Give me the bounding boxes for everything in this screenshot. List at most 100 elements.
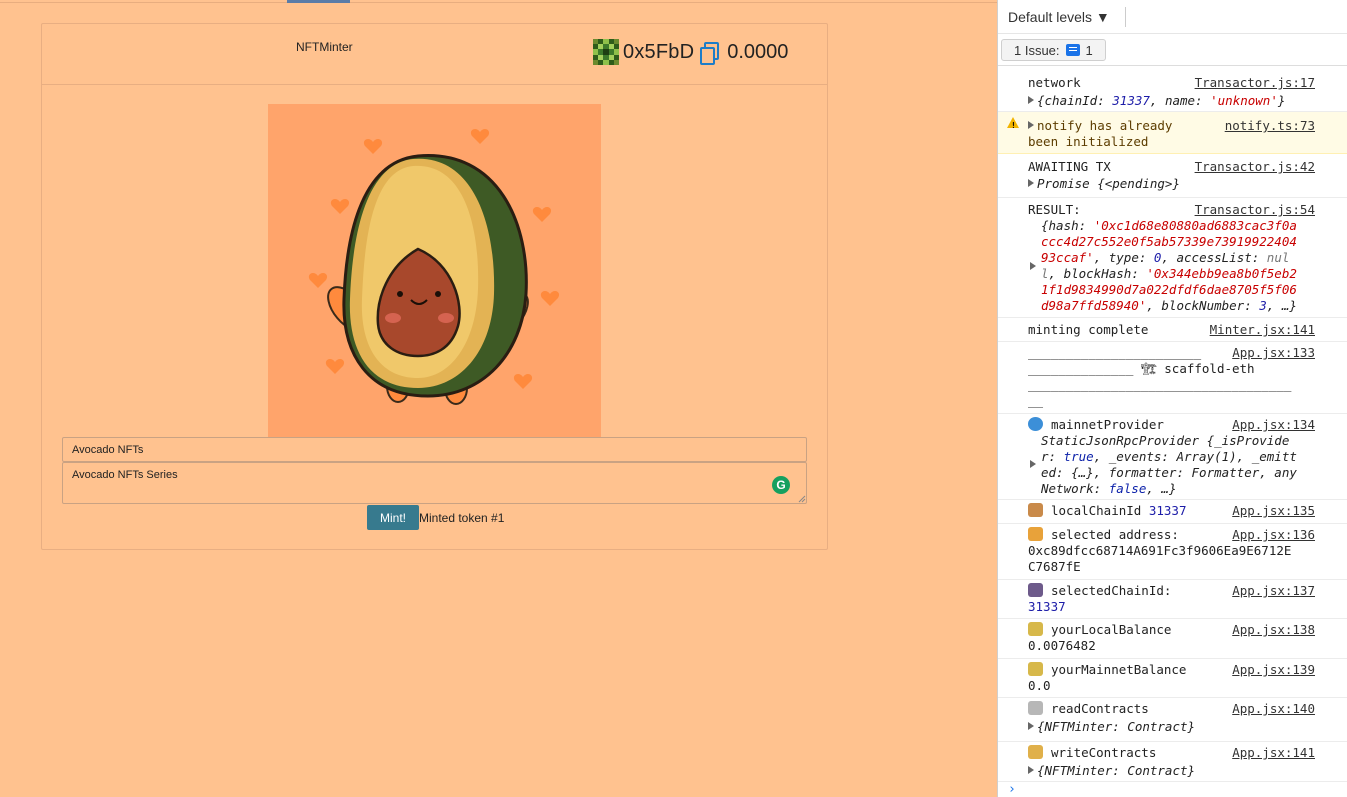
console-message[interactable]: yourMainnetBalance App.jsx:139 0.0 — [998, 659, 1347, 698]
message-source-link[interactable]: Minter.jsx:141 — [1210, 322, 1315, 338]
grammarly-icon[interactable]: G — [772, 476, 790, 494]
message-text: _______________________ — [1028, 345, 1202, 360]
message-text: network — [1028, 75, 1081, 90]
expand-caret-icon[interactable] — [1028, 766, 1034, 774]
object-text: , …} — [1266, 298, 1297, 313]
console-prompt[interactable]: › — [1008, 782, 1016, 797]
message-source-link[interactable]: App.jsx:140 — [1232, 701, 1315, 717]
app-pane: NFTMinter 0x5FbD 0.0000 Avocado NFTs Avo… — [0, 0, 997, 797]
log-levels-dropdown[interactable]: Default levels ▼ — [1008, 9, 1110, 25]
object-value: true — [1063, 449, 1094, 464]
message-source-link[interactable]: Transactor.js:17 — [1195, 75, 1315, 91]
message-source-link[interactable]: App.jsx:133 — [1232, 345, 1315, 361]
object-text: , accessList: — [1161, 250, 1267, 265]
message-text: RESULT: — [1028, 202, 1081, 217]
console-message[interactable]: mainnetProvider App.jsx:134 StaticJsonRp… — [998, 414, 1347, 500]
object-text: r: — [1041, 449, 1064, 464]
account-balance: 0.0000 — [727, 40, 789, 63]
message-value: 0.0076482 — [1028, 638, 1096, 653]
active-tab-indicator[interactable] — [287, 0, 350, 3]
message-source-link[interactable]: App.jsx:134 — [1232, 417, 1315, 433]
expand-caret-icon[interactable] — [1028, 722, 1034, 730]
object-value: d98a7ffd58940' — [1041, 298, 1147, 313]
object-preview[interactable]: Promise {<pending>} — [1028, 176, 1180, 192]
message-text: yourLocalBalance — [1028, 622, 1171, 638]
name-input[interactable] — [62, 437, 807, 462]
message-source-link[interactable]: App.jsx:136 — [1232, 527, 1315, 543]
lock-icon — [1028, 745, 1043, 759]
object-line: l, blockHash: '0x344ebb9ea8b0f5eb2 — [1041, 266, 1297, 282]
message-value: 31337 — [1028, 599, 1066, 614]
message-label: yourMainnetBalance — [1051, 662, 1187, 677]
object-text: , blockNumber: — [1146, 298, 1260, 313]
account-info: 0x5FbD 0.0000 — [593, 39, 788, 65]
message-source-link[interactable]: Transactor.js:54 — [1195, 202, 1315, 218]
console-message[interactable]: readContracts App.jsx:140 {NFTMinter: Co… — [998, 698, 1347, 742]
memo-icon — [1028, 701, 1043, 715]
object-value: 'unknown' — [1210, 93, 1278, 108]
message-label: mainnetProvider — [1051, 417, 1164, 432]
message-label: selectedChainId: — [1051, 583, 1172, 598]
object-preview[interactable]: {NFTMinter: Contract} — [1028, 719, 1195, 735]
object-line: r: true, _events: Array(1), _emitt — [1041, 449, 1297, 465]
description-input[interactable]: Avocado NFTs Series — [62, 462, 807, 504]
avocado-image — [268, 104, 601, 437]
mint-button[interactable]: Mint! — [367, 505, 419, 530]
resize-grip-icon[interactable] — [797, 494, 806, 503]
blockie-avatar[interactable] — [593, 39, 619, 65]
expand-caret-icon[interactable] — [1030, 262, 1036, 270]
console-message[interactable]: localChainId 31337 App.jsx:135 — [998, 500, 1347, 524]
minted-status: Minted token #1 — [419, 511, 505, 525]
toolbar-separator — [1125, 7, 1126, 27]
devtools-console: Default levels ▼ 1 Issue: 1 network Tran… — [997, 0, 1347, 797]
money-icon — [1028, 622, 1043, 636]
expand-caret-icon[interactable] — [1028, 121, 1034, 129]
message-source-link[interactable]: Transactor.js:42 — [1195, 159, 1315, 175]
console-message[interactable]: selected address: App.jsx:136 0xc89dfcc6… — [998, 524, 1347, 580]
money-icon — [1028, 662, 1043, 676]
message-line: notify has already — [1037, 118, 1173, 133]
console-message[interactable]: _______________________ ______________ 🏗… — [998, 342, 1347, 414]
message-label: selected address: — [1051, 527, 1179, 542]
issues-label: 1 Issue: — [1014, 42, 1060, 58]
object-line: {hash: '0xc1d68e80880ad6883cac3f0a — [1041, 218, 1297, 234]
message-label: readContracts — [1051, 701, 1149, 716]
message-source-link[interactable]: App.jsx:137 — [1232, 583, 1315, 599]
expand-caret-icon[interactable] — [1030, 460, 1036, 468]
object-text: Promise {<pending>} — [1037, 176, 1180, 191]
message-source-link[interactable]: App.jsx:138 — [1232, 622, 1315, 638]
message-text: selected address: — [1028, 527, 1179, 543]
message-text: mainnetProvider — [1028, 417, 1164, 433]
console-message[interactable]: writeContracts App.jsx:141 {NFTMinter: C… — [998, 742, 1347, 782]
message-text: ______________ 🏗 scaffold-eth — [1028, 361, 1255, 376]
console-message[interactable]: AWAITING TX Transactor.js:42 Promise {<p… — [998, 154, 1347, 198]
object-preview[interactable]: {chainId: 31337, name: 'unknown'} — [1028, 93, 1285, 109]
message-source-link[interactable]: App.jsx:135 — [1232, 503, 1315, 519]
expand-caret-icon[interactable] — [1028, 96, 1034, 104]
minter-card: NFTMinter 0x5FbD 0.0000 Avocado NFTs Avo… — [41, 23, 828, 550]
console-toolbar: Default levels ▼ — [998, 0, 1347, 34]
issues-bar: 1 Issue: 1 — [998, 34, 1347, 66]
object-value: 3 — [1259, 298, 1267, 313]
console-message[interactable]: network Transactor.js:17 {chainId: 31337… — [998, 67, 1347, 112]
console-message[interactable]: selectedChainId: App.jsx:137 31337 — [998, 580, 1347, 619]
message-source-link[interactable]: App.jsx:141 — [1232, 745, 1315, 761]
issue-icon — [1065, 44, 1080, 56]
console-message[interactable]: RESULT: Transactor.js:54 {hash: '0xc1d68… — [998, 198, 1347, 318]
person-icon — [1028, 527, 1043, 541]
console-warning[interactable]: notify has already been initialized noti… — [998, 112, 1347, 154]
message-text: been initialized — [1028, 134, 1149, 149]
console-message[interactable]: minting complete Minter.jsx:141 — [998, 318, 1347, 342]
object-text: , blockHash: — [1048, 266, 1147, 281]
account-address[interactable]: 0x5FbD — [623, 41, 694, 64]
message-source-link[interactable]: notify.ts:73 — [1225, 118, 1315, 134]
copy-icon[interactable] — [699, 41, 720, 65]
object-text: } — [1277, 93, 1286, 108]
object-text: , _events: Array(1), _emitt — [1093, 449, 1297, 464]
console-message[interactable]: yourLocalBalance App.jsx:138 0.0076482 — [998, 619, 1347, 659]
expand-caret-icon[interactable] — [1028, 179, 1034, 187]
message-source-link[interactable]: App.jsx:139 — [1232, 662, 1315, 678]
object-value: false — [1108, 481, 1147, 496]
issues-button[interactable]: 1 Issue: 1 — [1001, 39, 1106, 61]
object-preview[interactable]: {NFTMinter: Contract} — [1028, 763, 1195, 779]
